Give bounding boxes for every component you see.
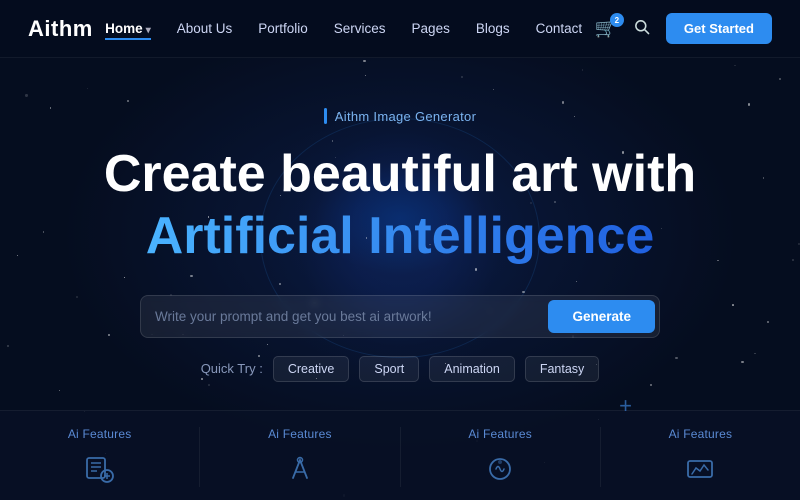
navbar: Aithm Home▾ About Us Portfolio Services …: [0, 0, 800, 58]
feature-icon-4: [681, 451, 719, 487]
nav-link-home[interactable]: Home▾: [105, 21, 151, 40]
get-started-button[interactable]: Get Started: [666, 13, 772, 44]
badge-bar: [324, 108, 327, 124]
nav-item-home[interactable]: Home▾: [105, 20, 151, 38]
nav-right: 🛒 2 Get Started: [594, 13, 772, 44]
feature-col-2: Ai Features: [200, 427, 400, 487]
feature-label-4: Ai Features: [669, 427, 733, 441]
cart-icon[interactable]: 🛒 2: [594, 18, 616, 39]
nav-item-services[interactable]: Services: [334, 20, 386, 38]
feature-col-1: Ai Features: [0, 427, 200, 487]
quick-tag-fantasy[interactable]: Fantasy: [525, 356, 599, 382]
nav-item-pages[interactable]: Pages: [412, 20, 450, 38]
nav-item-about[interactable]: About Us: [177, 20, 233, 38]
nav-link-portfolio[interactable]: Portfolio: [258, 21, 308, 36]
plus-icon: +: [619, 393, 632, 419]
quick-tag-creative[interactable]: Creative: [273, 356, 350, 382]
brand-logo[interactable]: Aithm: [28, 16, 93, 42]
nav-item-contact[interactable]: Contact: [536, 20, 583, 38]
hero-title-line1: Create beautiful art with: [104, 146, 696, 203]
feature-col-4: Ai Features: [601, 427, 800, 487]
search-icon[interactable]: [633, 18, 650, 40]
feature-col-3: Ai Features: [401, 427, 601, 487]
nav-link-pages[interactable]: Pages: [412, 21, 450, 36]
hero-badge: Aithm Image Generator: [324, 108, 476, 124]
feature-label-1: Ai Features: [68, 427, 132, 441]
nav-item-blogs[interactable]: Blogs: [476, 20, 510, 38]
quick-tag-sport[interactable]: Sport: [359, 356, 419, 382]
cart-badge: 2: [610, 13, 624, 27]
nav-link-blogs[interactable]: Blogs: [476, 21, 510, 36]
nav-link-contact[interactable]: Contact: [536, 21, 583, 36]
hero-search-row: Generate: [140, 295, 660, 338]
quick-try-label: Quick Try :: [201, 361, 263, 376]
quick-tag-animation[interactable]: Animation: [429, 356, 515, 382]
chevron-down-icon: ▾: [146, 25, 151, 36]
feature-icon-2: [281, 451, 319, 487]
nav-link-services[interactable]: Services: [334, 21, 386, 36]
hero-title-line2: Artificial Intelligence: [146, 207, 655, 267]
nav-links: Home▾ About Us Portfolio Services Pages …: [105, 20, 582, 38]
feature-label-3: Ai Features: [468, 427, 532, 441]
hero-section: Aithm Image Generator Create beautiful a…: [0, 58, 800, 500]
hero-content: Aithm Image Generator Create beautiful a…: [0, 108, 800, 382]
nav-item-portfolio[interactable]: Portfolio: [258, 20, 308, 38]
quick-try-row: Quick Try : Creative Sport Animation Fan…: [201, 356, 600, 382]
features-row: + Ai Features Ai Features: [0, 410, 800, 500]
prompt-input[interactable]: [155, 303, 548, 330]
feature-icon-1: [81, 451, 119, 487]
nav-link-about[interactable]: About Us: [177, 21, 233, 36]
feature-icon-3: [481, 451, 519, 487]
badge-text: Aithm Image Generator: [335, 109, 476, 124]
feature-label-2: Ai Features: [268, 427, 332, 441]
generate-button[interactable]: Generate: [548, 300, 655, 333]
